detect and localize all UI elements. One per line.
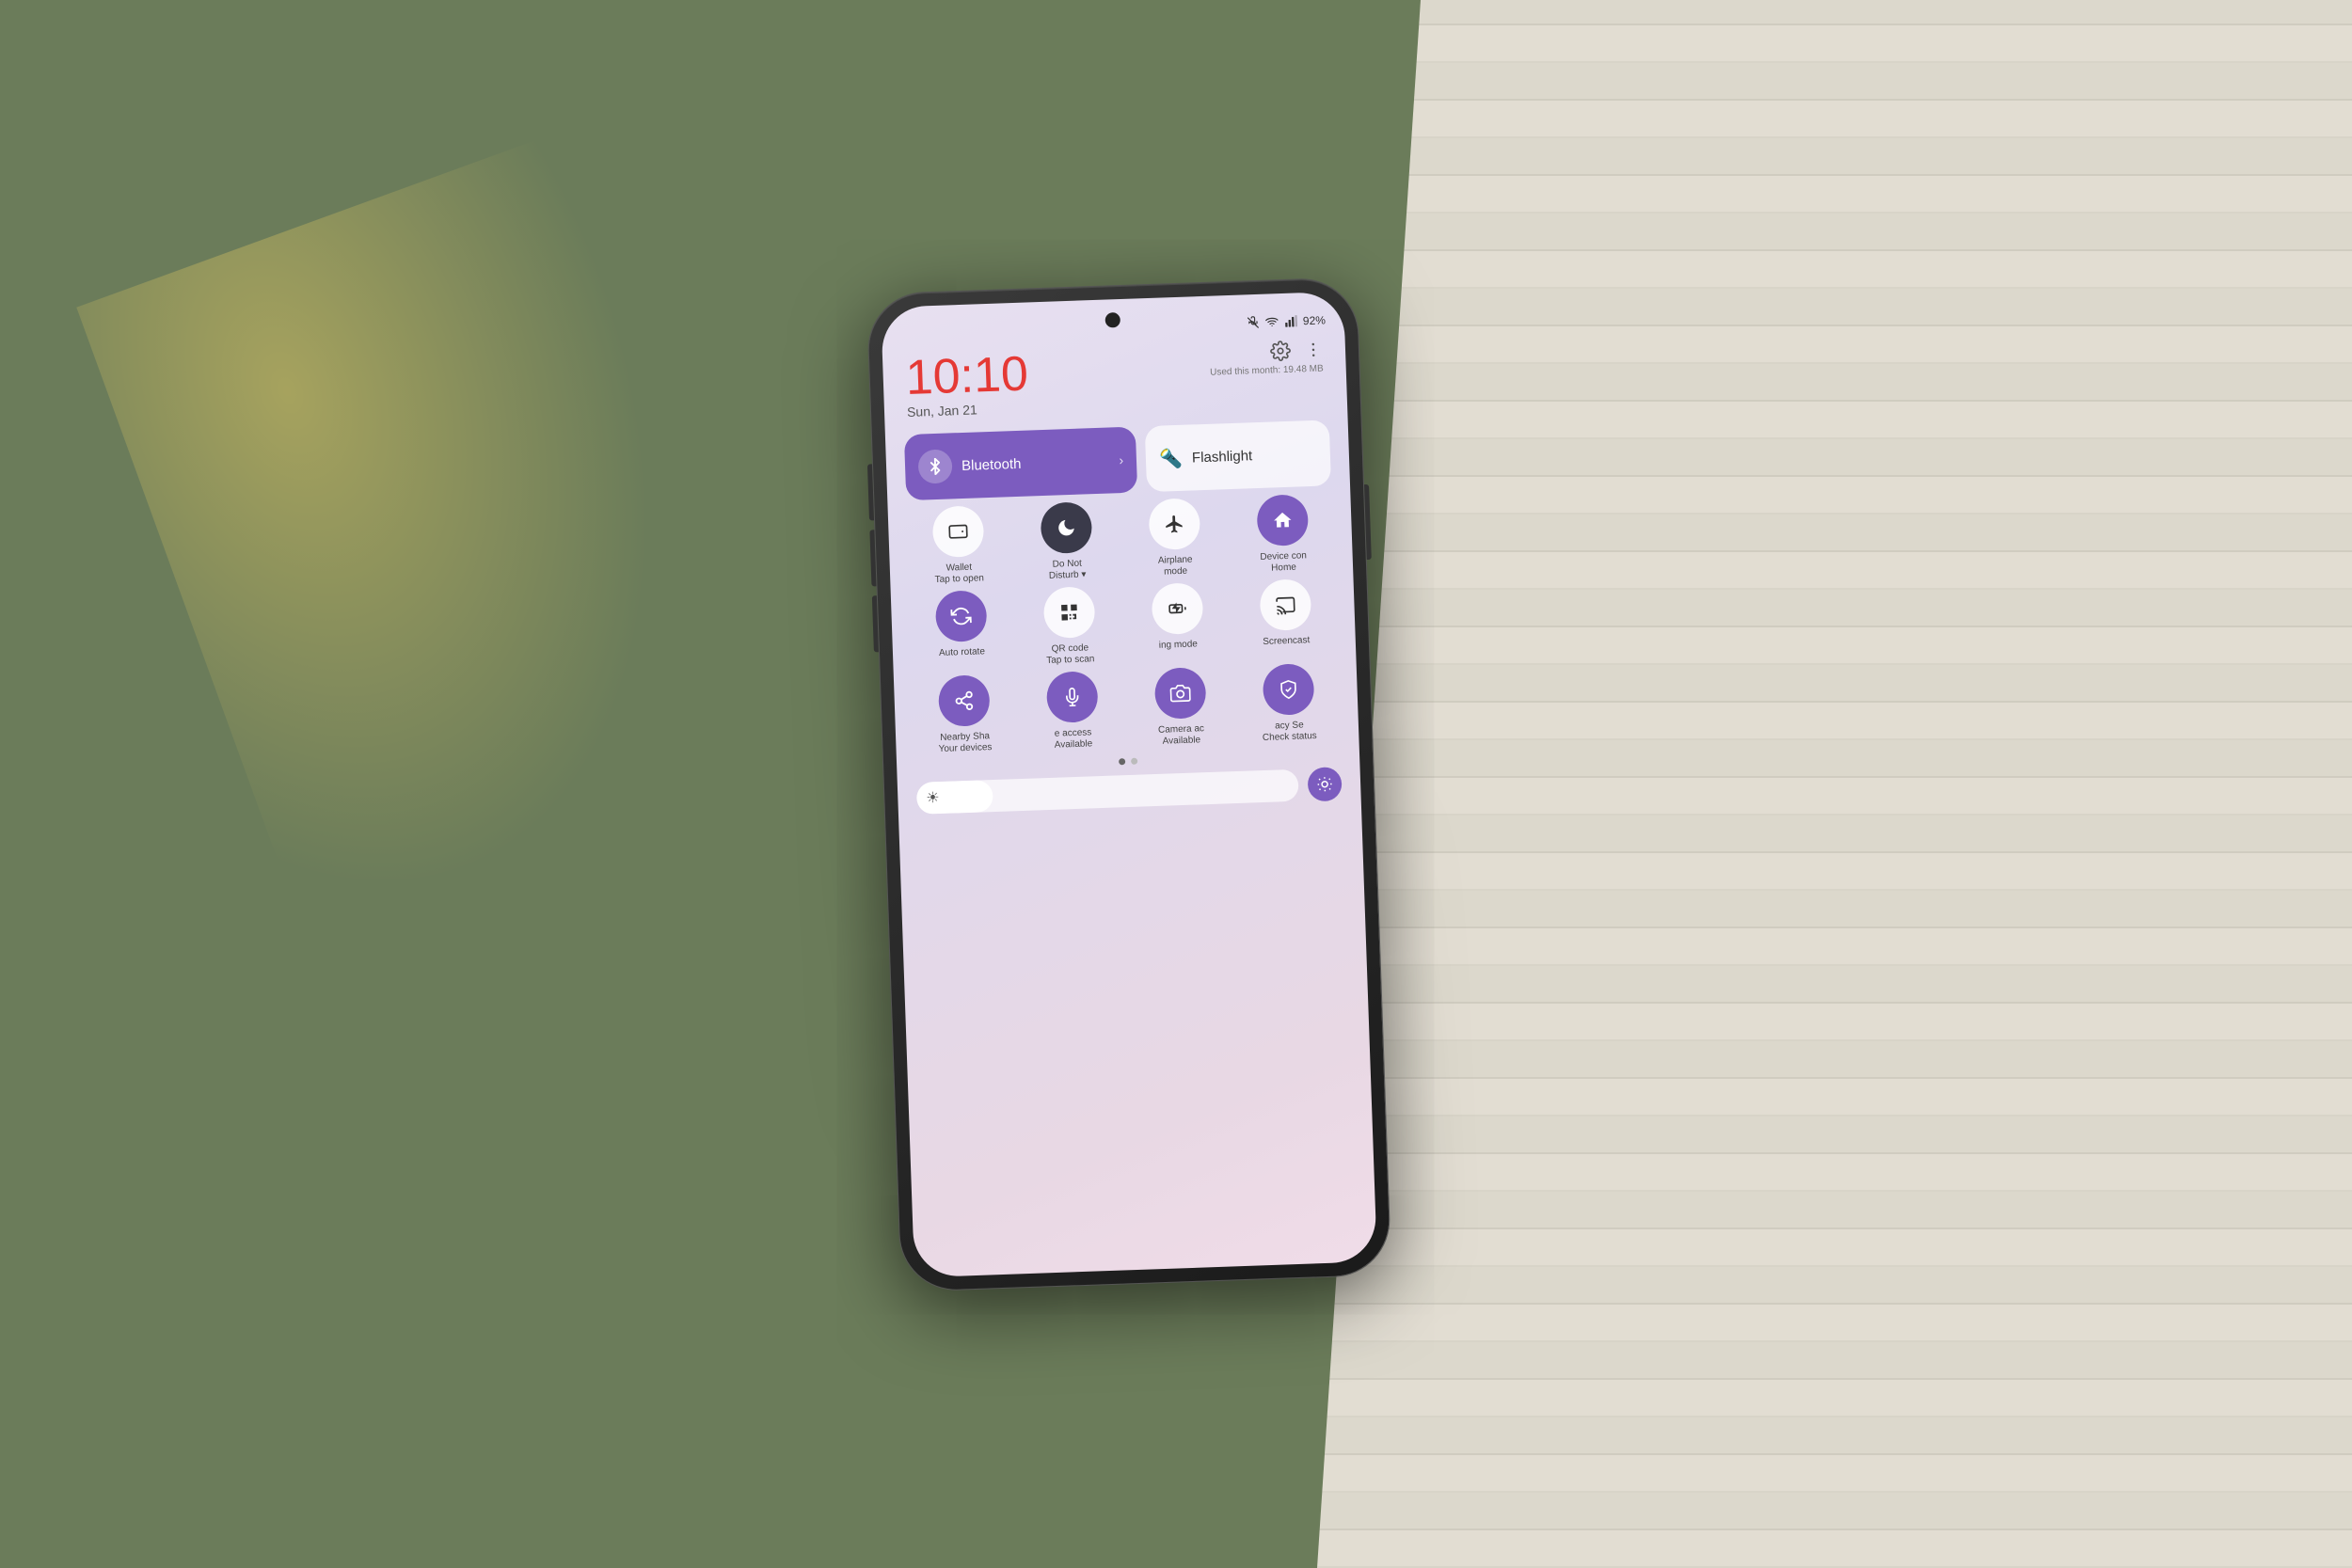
icon-grid-row2: Auto rotate QR codeTap to scan [910, 578, 1338, 672]
brightness-auto-button[interactable] [1308, 767, 1343, 801]
privacy-icon-circle [1262, 663, 1314, 716]
camera-notch [1104, 312, 1120, 328]
auto-rotate-icon-circle [934, 590, 987, 642]
status-icons: 92% [1247, 313, 1326, 329]
mic-access-label: e accessAvailable [1054, 727, 1092, 751]
time-red-digit: 1 [905, 350, 934, 405]
screencast-icon-circle [1259, 578, 1311, 631]
wifi-icon [1265, 315, 1279, 328]
mic-icon-circle [1045, 671, 1098, 723]
dnd-label: Do NotDisturb ▾ [1048, 558, 1086, 581]
quick-settings-panel: 10:10 Sun, Jan 21 [881, 291, 1377, 1277]
time-rest: 0:10 [932, 346, 1029, 404]
nearby-share-tile[interactable]: Nearby ShaYour devices [913, 673, 1016, 756]
auto-rotate-tile[interactable]: Auto rotate [910, 589, 1013, 672]
bluetooth-arrow: › [1119, 451, 1123, 467]
phone-wrapper: 92% 10:10 Sun, Jan 21 [867, 277, 1391, 1291]
shield-icon [1278, 678, 1299, 700]
charging-label: ing mode [1159, 639, 1199, 651]
icon-grid-row1: WalletTap to open Do NotDisturb ▾ [907, 493, 1335, 587]
brightness-sun-icon: ☀ [926, 788, 940, 807]
battery-charging-icon [1168, 598, 1187, 618]
mute-icon [1247, 315, 1260, 328]
camera-icon-circle [1153, 667, 1206, 720]
privacy-tile[interactable]: acy SeCheck status [1237, 662, 1341, 745]
header-top-icons [1270, 339, 1324, 361]
dnd-tile[interactable]: Do NotDisturb ▾ [1015, 500, 1119, 583]
tile-row-top: Bluetooth › 🔦 Flashlight [904, 420, 1331, 500]
airplane-label: Airplanemode [1158, 554, 1194, 578]
light-ray [76, 115, 864, 1015]
screencast-tile[interactable]: Screencast [1234, 578, 1338, 660]
time-display: 10:10 Sun, Jan 21 [905, 349, 1030, 419]
camera-icon [1169, 682, 1191, 704]
brightness-fill: ☀ [916, 780, 993, 815]
wallet-tile[interactable]: WalletTap to open [907, 504, 1010, 587]
qr-code-icon-circle [1042, 586, 1095, 639]
privacy-label: acy SeCheck status [1262, 720, 1317, 744]
charging-mode-tile[interactable]: ing mode [1126, 581, 1230, 664]
auto-brightness-icon [1316, 775, 1334, 793]
qr-icon [1058, 601, 1080, 623]
airplane-icon [1163, 513, 1184, 534]
screencast-icon [1275, 594, 1296, 615]
airplane-icon-circle [1148, 498, 1200, 550]
bluetooth-tile[interactable]: Bluetooth › [904, 426, 1137, 500]
brightness-row: ☀ [916, 767, 1343, 816]
dot-1 [1119, 758, 1125, 765]
usage-text: Used this month: 19.48 MB [1210, 363, 1324, 377]
settings-icon[interactable] [1270, 340, 1292, 361]
airplane-tile[interactable]: Airplanemode [1122, 497, 1226, 579]
auto-rotate-label: Auto rotate [939, 646, 985, 659]
dot-2 [1131, 757, 1137, 764]
mic-access-tile[interactable]: e accessAvailable [1021, 670, 1124, 752]
nearby-share-icon-circle [937, 674, 990, 727]
battery-percentage: 92% [1303, 313, 1327, 327]
rotate-icon [950, 605, 972, 626]
home-icon [1271, 509, 1293, 531]
header-icons: Used this month: 19.48 MB [1209, 339, 1324, 377]
background-wood [1317, 0, 2352, 1568]
flashlight-tile[interactable]: 🔦 Flashlight [1145, 420, 1331, 492]
qr-code-tile[interactable]: QR codeTap to scan [1018, 585, 1121, 668]
wallet-icon [947, 520, 969, 542]
device-controls-icon-circle [1256, 494, 1309, 546]
dnd-icon-circle [1040, 501, 1092, 554]
device-controls-label: Device conHome [1260, 550, 1307, 575]
charging-icon-circle [1151, 582, 1203, 635]
bluetooth-icon [927, 457, 945, 475]
flashlight-label: Flashlight [1192, 447, 1253, 465]
flashlight-icon: 🔦 [1159, 446, 1184, 470]
phone-frame: 92% 10:10 Sun, Jan 21 [867, 277, 1391, 1291]
mic-icon [1062, 687, 1082, 706]
moon-icon [1056, 516, 1077, 538]
icon-grid-row3: Nearby ShaYour devices e accessAvailable [913, 662, 1341, 756]
bluetooth-icon-circle [917, 449, 952, 483]
more-options-icon[interactable] [1304, 340, 1324, 359]
phone-screen: 92% 10:10 Sun, Jan 21 [881, 291, 1377, 1277]
share-icon [953, 689, 975, 711]
time-value: 10:10 [905, 349, 1029, 403]
wallet-label: WalletTap to open [934, 562, 984, 586]
signal-icon [1284, 314, 1297, 327]
device-controls-tile[interactable]: Device conHome [1231, 493, 1334, 576]
bluetooth-label: Bluetooth [961, 452, 1110, 473]
qr-code-label: QR codeTap to scan [1046, 642, 1095, 667]
camera-access-tile[interactable]: Camera acAvailable [1129, 666, 1232, 749]
camera-access-label: Camera acAvailable [1158, 723, 1205, 748]
wallet-icon-circle [931, 505, 984, 558]
brightness-slider[interactable]: ☀ [916, 768, 1299, 814]
screencast-label: Screencast [1263, 635, 1310, 648]
nearby-share-label: Nearby ShaYour devices [938, 731, 993, 755]
